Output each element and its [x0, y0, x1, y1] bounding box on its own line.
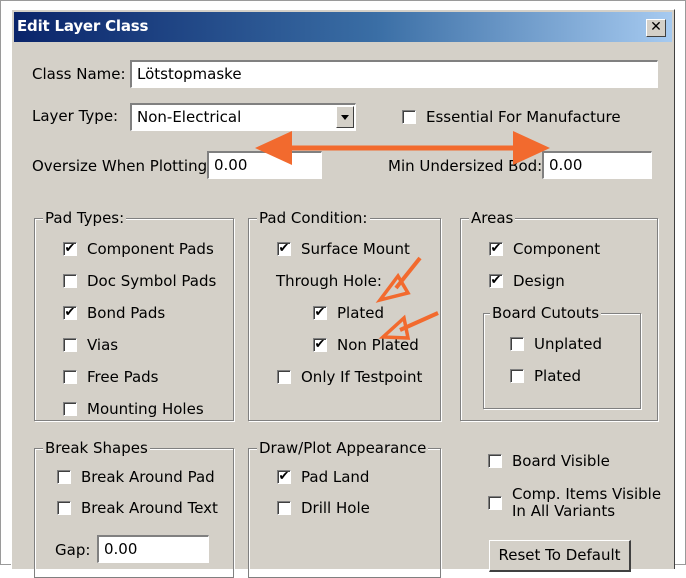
comp-items-visible-line2: In All Variants [512, 502, 616, 520]
pad-condition-group: Pad Condition: Surface Mount Through Hol… [248, 209, 441, 421]
surface-mount-box[interactable] [277, 242, 291, 256]
pad-type-checkbox[interactable] [63, 306, 77, 320]
board-visible-label: Board Visible [512, 452, 610, 470]
board-visible-box[interactable] [488, 454, 502, 468]
non-plated-checkbox[interactable]: Non Plated [313, 335, 419, 355]
cutout-unplated-label: Unplated [534, 335, 602, 353]
essential-for-manufacture-checkbox[interactable]: Essential For Manufacture [402, 107, 621, 127]
areas-group: Areas Component Design Board Cutouts Unp… [460, 209, 658, 421]
board-cutouts-group: Board Cutouts Unplated Plated [483, 304, 641, 409]
pad-type-label: Free Pads [87, 368, 159, 386]
pad-type-checkbox[interactable] [63, 370, 77, 384]
chevron-down-icon[interactable] [336, 106, 354, 128]
non-plated-box[interactable] [313, 338, 327, 352]
pad-type-label: Component Pads [87, 240, 214, 258]
pad-type-checkbox[interactable] [63, 274, 77, 288]
pad-type-item[interactable]: Vias [63, 335, 118, 355]
area-component-label: Component [513, 240, 601, 258]
pad-types-legend: Pad Types: [43, 209, 127, 227]
close-button[interactable]: ✕ [646, 19, 666, 37]
pad-type-item[interactable]: Free Pads [63, 367, 159, 387]
min-undersized-input[interactable]: 0.00 [542, 151, 652, 179]
area-design-checkbox[interactable]: Design [489, 271, 565, 291]
oversize-input[interactable]: 0.00 [207, 151, 322, 179]
pad-type-label: Vias [87, 336, 119, 354]
cutout-plated-checkbox[interactable]: Plated [510, 366, 581, 386]
break-around-pad-label: Break Around Pad [81, 468, 215, 486]
screenshot-frame: Edit Layer Class ✕ Class Name: Lötstopma… [0, 0, 686, 578]
areas-legend: Areas [469, 209, 516, 227]
only-if-testpoint-box[interactable] [277, 370, 291, 384]
through-hole-label: Through Hole: [276, 272, 382, 290]
board-visible-checkbox[interactable]: Board Visible [488, 451, 610, 471]
surface-mount-label: Surface Mount [301, 240, 410, 258]
break-around-text-label: Break Around Text [81, 499, 218, 517]
pad-type-checkbox[interactable] [63, 338, 77, 352]
surface-mount-checkbox[interactable]: Surface Mount [277, 239, 410, 259]
pad-land-box[interactable] [277, 470, 291, 484]
pad-type-item[interactable]: Mounting Holes [63, 399, 204, 419]
board-cutouts-legend: Board Cutouts [490, 304, 602, 322]
pad-type-item[interactable]: Doc Symbol Pads [63, 271, 216, 291]
comp-items-visible-checkbox[interactable]: Comp. Items Visible In All Variants [488, 486, 661, 520]
layer-type-value: Non-Electrical [137, 108, 242, 126]
cutout-plated-label: Plated [534, 367, 582, 385]
essential-checkbox-box[interactable] [402, 110, 416, 124]
drill-hole-box[interactable] [277, 501, 291, 515]
layer-type-label: Layer Type: [32, 107, 119, 125]
comp-items-visible-label: Comp. Items Visible In All Variants [512, 486, 661, 520]
layer-type-select[interactable]: Non-Electrical [130, 103, 356, 131]
only-if-testpoint-checkbox[interactable]: Only If Testpoint [277, 367, 422, 387]
drill-hole-checkbox[interactable]: Drill Hole [277, 498, 370, 518]
break-around-text-checkbox[interactable]: Break Around Text [57, 498, 218, 518]
pad-type-checkbox[interactable] [63, 242, 77, 256]
reset-to-default-button[interactable]: Reset To Default [489, 540, 631, 572]
pad-type-label: Bond Pads [87, 304, 166, 322]
cutout-unplated-box[interactable] [510, 337, 524, 351]
area-component-checkbox[interactable]: Component [489, 239, 600, 259]
edit-layer-class-dialog: Edit Layer Class ✕ Class Name: Lötstopma… [11, 9, 675, 578]
cutout-plated-box[interactable] [510, 369, 524, 383]
pad-condition-legend: Pad Condition: [257, 209, 370, 227]
plated-checkbox[interactable]: Plated [313, 303, 384, 323]
area-component-box[interactable] [489, 242, 503, 256]
break-shapes-legend: Break Shapes [43, 439, 150, 457]
break-shapes-group: Break Shapes Break Around Pad Break Arou… [34, 439, 234, 578]
draw-plot-group: Draw/Plot Appearance Pad Land Drill Hole [248, 439, 441, 578]
close-icon: ✕ [650, 19, 662, 35]
gap-label: Gap: [55, 541, 91, 559]
plated-box[interactable] [313, 306, 327, 320]
title-bar[interactable]: Edit Layer Class ✕ [14, 12, 672, 42]
oversize-label: Oversize When Plotting: [32, 157, 213, 175]
min-undersized-label: Min Undersized Bod: [388, 157, 543, 175]
dialog-title: Edit Layer Class [17, 17, 149, 35]
drill-hole-label: Drill Hole [301, 499, 370, 517]
pad-type-label: Mounting Holes [87, 400, 204, 418]
area-design-label: Design [513, 272, 565, 290]
area-design-box[interactable] [489, 274, 503, 288]
pad-land-checkbox[interactable]: Pad Land [277, 467, 369, 487]
pad-type-checkbox[interactable] [63, 402, 77, 416]
plated-label: Plated [337, 304, 385, 322]
break-around-pad-box[interactable] [57, 470, 71, 484]
pad-type-item[interactable]: Bond Pads [63, 303, 165, 323]
pad-land-label: Pad Land [301, 468, 370, 486]
cutout-unplated-checkbox[interactable]: Unplated [510, 334, 602, 354]
pad-type-item[interactable]: Component Pads [63, 239, 214, 259]
draw-plot-legend: Draw/Plot Appearance [257, 439, 429, 457]
class-name-input[interactable]: Lötstopmaske [130, 60, 658, 88]
pad-types-group: Pad Types: Component Pads Doc Symbol Pad… [34, 209, 234, 421]
comp-items-visible-line1: Comp. Items Visible [512, 485, 662, 503]
non-plated-label: Non Plated [337, 336, 419, 354]
comp-items-visible-box[interactable] [488, 496, 502, 510]
break-around-pad-checkbox[interactable]: Break Around Pad [57, 467, 215, 487]
only-if-testpoint-label: Only If Testpoint [301, 368, 423, 386]
gap-input[interactable]: 0.00 [97, 535, 209, 563]
essential-checkbox-label: Essential For Manufacture [426, 108, 621, 126]
break-around-text-box[interactable] [57, 501, 71, 515]
pad-type-label: Doc Symbol Pads [87, 272, 217, 290]
class-name-label: Class Name: [32, 65, 126, 83]
